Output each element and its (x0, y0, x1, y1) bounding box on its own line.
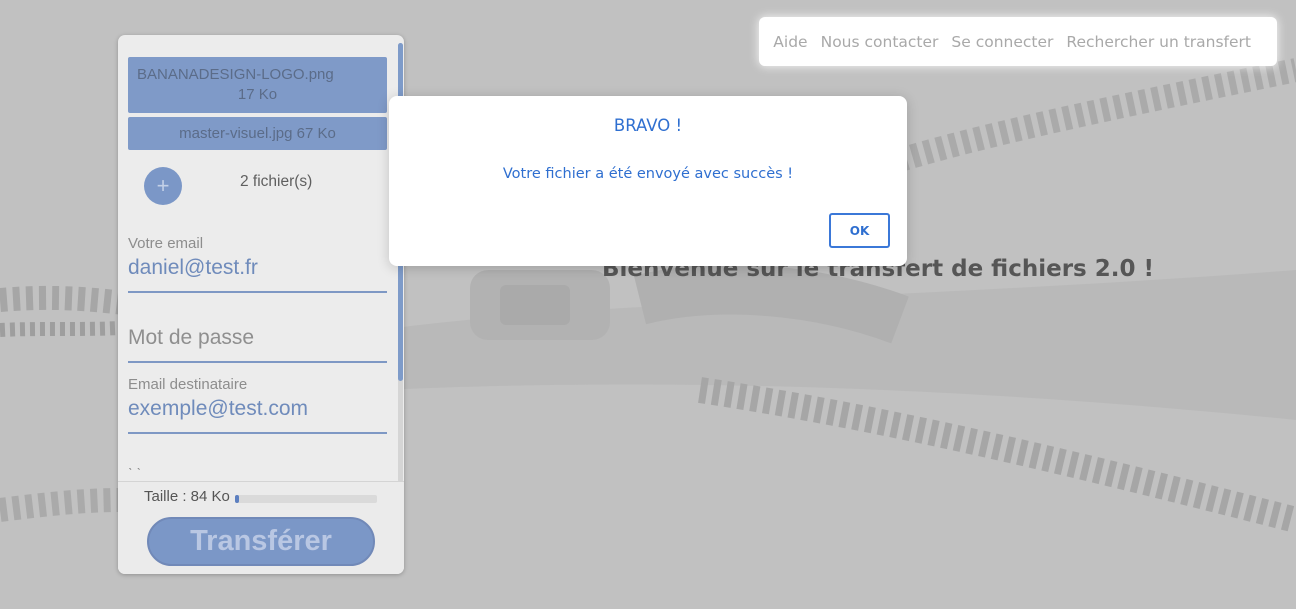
ok-button[interactable]: OK (829, 213, 890, 248)
password-field[interactable]: Mot de passe (128, 323, 387, 363)
recipient-label: Email destinataire (128, 376, 248, 393)
file-size: 17 Ko (237, 86, 278, 103)
total-size-label: Taille : 84 Ko (144, 488, 230, 505)
upload-footer: Taille : 84 Ko Transférer (118, 481, 404, 574)
recipient-value[interactable]: exemple@test.com (128, 394, 387, 424)
file-item[interactable]: BANANADESIGN-LOGO.png 17 Ko (128, 57, 387, 113)
upload-progress-bar (235, 495, 377, 503)
upload-panel: BANANADESIGN-LOGO.png 17 Ko master-visue… (118, 35, 404, 574)
dialog-title: BRAVO ! (613, 116, 683, 135)
file-label: master-visuel.jpg 67 Ko (179, 125, 336, 142)
file-name: BANANADESIGN-LOGO.png (137, 66, 334, 83)
file-count: 2 fichier(s) (240, 173, 313, 190)
dialog-message: Votre fichier a été envoyé avec succès ! (502, 166, 794, 182)
password-placeholder[interactable]: Mot de passe (128, 323, 387, 353)
transfer-button[interactable]: Transférer (147, 517, 375, 566)
file-item[interactable]: master-visuel.jpg 67 Ko (128, 117, 387, 150)
plus-icon: + (156, 173, 170, 198)
top-navigation: Aide Nous contacter Se connecter Recherc… (759, 17, 1277, 66)
nav-link-aide[interactable]: Aide (773, 33, 807, 51)
upload-progress-fill (235, 495, 240, 503)
nav-link-nous-contacter[interactable]: Nous contacter (821, 33, 939, 51)
message-field-partial[interactable]: ˋ ˋ (128, 465, 141, 481)
email-label: Votre email (128, 235, 204, 252)
success-dialog: BRAVO ! Votre fichier a été envoyé avec … (389, 96, 907, 266)
nav-link-se-connecter[interactable]: Se connecter (951, 33, 1053, 51)
add-file-button[interactable]: + (144, 167, 182, 205)
email-field[interactable]: Votre email daniel@test.fr (128, 235, 387, 293)
email-value[interactable]: daniel@test.fr (128, 253, 387, 283)
nav-link-rechercher-transfert[interactable]: Rechercher un transfert (1066, 33, 1251, 51)
recipient-email-field[interactable]: Email destinataire exemple@test.com (128, 376, 387, 434)
